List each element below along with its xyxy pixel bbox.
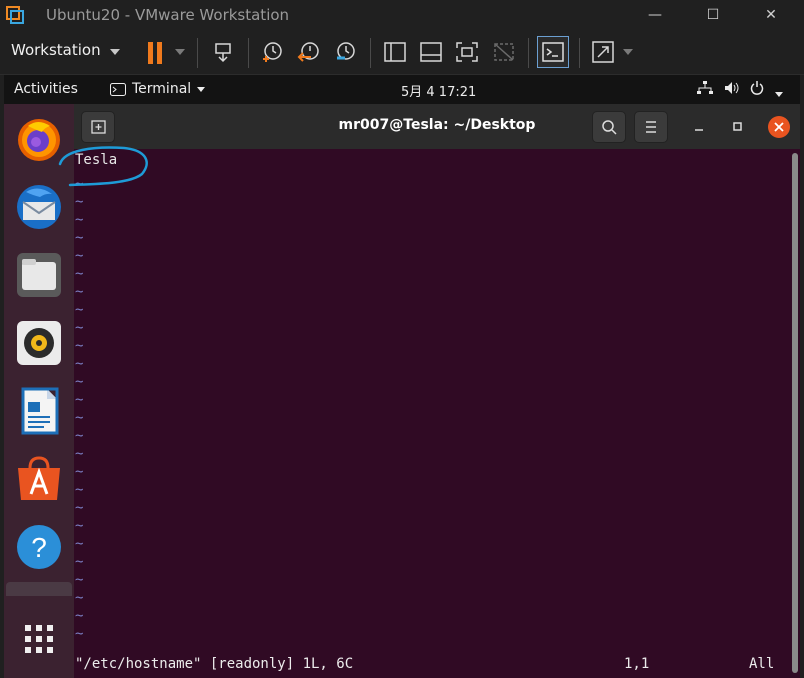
vmware-logo-icon — [6, 6, 24, 24]
empty-line-marker: ~ — [75, 446, 84, 462]
toolbar-divider — [248, 38, 249, 68]
show-apps-icon[interactable] — [14, 614, 64, 664]
empty-line-marker: ~ — [75, 572, 84, 588]
thunderbird-icon[interactable] — [14, 182, 64, 232]
status-cursor-position: 1,1 — [624, 656, 650, 672]
search-icon[interactable] — [592, 111, 626, 143]
status-scroll-position: All — [749, 656, 775, 672]
empty-line-marker: ~ — [75, 374, 84, 390]
empty-line-marker: ~ — [75, 284, 84, 300]
minimize-icon[interactable]: — — [626, 0, 684, 30]
empty-line-marker: ~ — [75, 590, 84, 606]
toolbar-divider — [370, 38, 371, 68]
empty-line-marker: ~ — [75, 464, 84, 480]
ubuntu-software-icon[interactable] — [14, 454, 64, 504]
empty-line-marker: ~ — [75, 410, 84, 426]
snapshot-manager-icon[interactable] — [332, 39, 358, 65]
vmware-title-bar: Ubuntu20 - VMware Workstation — ☐ ✕ — [0, 0, 804, 30]
empty-line-marker: ~ — [75, 500, 84, 516]
toolbar-divider — [197, 38, 198, 68]
dock-hover-highlight — [6, 582, 72, 596]
svg-text:?: ? — [31, 532, 47, 563]
toolbar-divider — [528, 38, 529, 68]
power-icon[interactable] — [750, 81, 764, 99]
chevron-down-icon[interactable] — [175, 49, 185, 55]
app-menu[interactable]: Terminal — [110, 81, 206, 97]
empty-line-marker: ~ — [75, 482, 84, 498]
libreoffice-writer-icon[interactable] — [14, 386, 64, 436]
empty-line-marker: ~ — [75, 356, 84, 372]
maximize-icon[interactable] — [723, 118, 753, 136]
hamburger-menu-icon[interactable] — [634, 111, 668, 143]
console-view-icon[interactable] — [537, 36, 569, 68]
thumbnail-bar-icon[interactable] — [418, 39, 444, 65]
app-menu-label: Terminal — [132, 81, 192, 97]
empty-line-marker: ~ — [75, 176, 84, 192]
terminal-app-icon — [110, 82, 126, 96]
empty-line-marker: ~ — [75, 518, 84, 534]
empty-line-marker: ~ — [75, 302, 84, 318]
files-icon[interactable] — [14, 250, 64, 300]
empty-line-marker: ~ — [75, 212, 84, 228]
chevron-down-icon[interactable] — [623, 49, 633, 55]
close-icon[interactable] — [768, 116, 790, 138]
empty-line-marker: ~ — [75, 266, 84, 282]
empty-line-marker: ~ — [75, 248, 84, 264]
empty-line-marker: ~ — [75, 392, 84, 408]
terminal-body[interactable]: Tesla ~ ~ ~ ~ ~ ~ ~ ~ ~ ~ ~ ~ ~ ~ ~ ~ ~ ~ ~ ~ ~ ~ ~ ~ ~ ~ "/etc/h… — [74, 149, 800, 678]
window-title: Ubuntu20 - VMware Workstation — [46, 6, 290, 24]
snapshot-icon[interactable] — [259, 39, 285, 65]
empty-line-marker: ~ — [75, 194, 84, 210]
chevron-down-icon[interactable] — [110, 49, 120, 55]
empty-line-marker: ~ — [75, 338, 84, 354]
minimize-icon[interactable] — [684, 118, 714, 136]
stretch-guest-icon[interactable] — [590, 39, 616, 65]
close-window-icon[interactable]: ✕ — [742, 0, 800, 30]
maximize-icon[interactable]: ☐ — [684, 0, 742, 30]
empty-line-markers: ~ ~ ~ ~ ~ ~ ~ ~ ~ ~ ~ ~ ~ ~ ~ ~ ~ ~ ~ ~ ~ ~ ~ ~ ~ ~ — [75, 175, 83, 643]
empty-line-marker: ~ — [75, 554, 84, 570]
scrollbar[interactable] — [792, 153, 798, 673]
empty-line-marker: ~ — [75, 626, 84, 642]
rhythmbox-icon[interactable] — [14, 318, 64, 368]
empty-line-marker: ~ — [75, 536, 84, 552]
chevron-down-icon[interactable] — [775, 86, 783, 101]
toolbar-divider — [579, 38, 580, 68]
activities-button[interactable]: Activities — [14, 81, 78, 97]
clock[interactable]: 5月 4 17:21 — [401, 81, 476, 100]
terminal-header-bar: mr007@Tesla: ~/Desktop — [74, 104, 800, 149]
status-file-info: "/etc/hostname" [readonly] 1L, 6C — [75, 656, 354, 672]
unity-mode-icon[interactable] — [491, 39, 517, 65]
full-screen-icon[interactable] — [454, 39, 480, 65]
empty-line-marker: ~ — [75, 320, 84, 336]
empty-line-marker: ~ — [75, 230, 84, 246]
volume-icon[interactable] — [724, 81, 740, 99]
firefox-icon[interactable] — [14, 114, 64, 164]
vim-status-line: "/etc/hostname" [readonly] 1L, 6C 1,1 Al… — [75, 655, 795, 673]
revert-snapshot-icon[interactable] — [296, 39, 322, 65]
empty-line-marker: ~ — [75, 608, 84, 624]
chevron-down-icon — [197, 86, 206, 92]
empty-line-marker: ~ — [75, 428, 84, 444]
workstation-menu[interactable]: Workstation — [11, 41, 101, 59]
send-ctrl-alt-del-icon[interactable] — [211, 39, 237, 65]
dock: ? — [4, 104, 74, 678]
sidebar-toggle-icon[interactable] — [382, 39, 408, 65]
network-icon[interactable] — [697, 81, 713, 99]
help-icon[interactable]: ? — [14, 522, 64, 572]
file-content-line: Tesla — [75, 152, 118, 168]
pause-icon[interactable] — [148, 42, 166, 64]
vmware-toolbar: Workstation — [0, 30, 804, 75]
gnome-top-bar: Activities Terminal 5月 4 17:21 — [4, 75, 800, 104]
